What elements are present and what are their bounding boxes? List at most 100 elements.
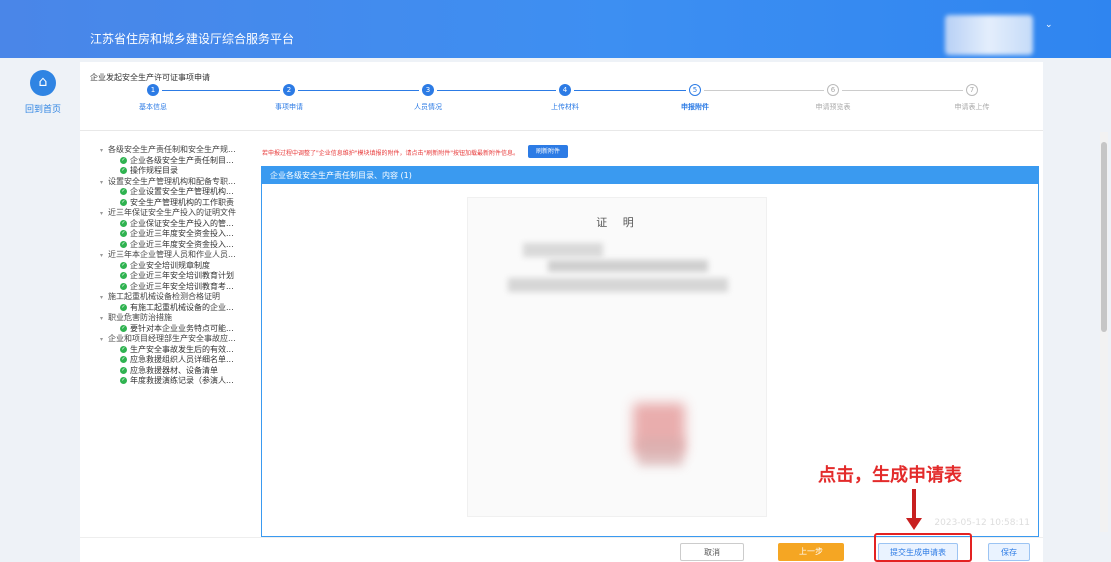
- tree-item-label: 要针对本企业业务特点可能...: [130, 323, 234, 333]
- tree-item-label: 企业近三年度安全资金投入...: [130, 229, 234, 238]
- tree-leaf[interactable]: ✓ 企业近三年度安全资金投入...: [100, 240, 280, 251]
- divider: [80, 130, 1043, 131]
- step-6[interactable]: 6 申请预览表: [773, 84, 893, 112]
- annotation-arrow-head-icon: [906, 518, 922, 530]
- attachment-tree: ▾ 各级安全生产责任制和安全生产规... ✓ 企业各级安全生产责任制目... ✓ 操作规程…: [100, 145, 280, 387]
- step-number: 5: [689, 84, 701, 96]
- annotation-callout: 点击，生成申请表: [818, 465, 962, 486]
- check-circle-icon: ✓: [120, 282, 127, 290]
- tree-item-label: 有施工起重机械设备的企业...: [130, 302, 234, 312]
- home-label: 回到首页: [24, 105, 61, 115]
- tree-leaf[interactable]: ✓ 企业各级安全生产责任制目...: [100, 156, 280, 167]
- tree-leaf[interactable]: ✓ 有施工起重机械设备的企业...: [100, 303, 280, 314]
- tree-item-label: 近三年保证安全生产投入的证明文件: [108, 208, 236, 217]
- refresh-notice: 若申报过程中调整了"企业信息维护"模块填报的附件，请点击"刷新附件"按钮加载最新…: [262, 150, 520, 157]
- step-number: 1: [147, 84, 159, 96]
- step-2[interactable]: 2 事项申请: [229, 84, 349, 112]
- step-number: 4: [559, 84, 571, 96]
- redacted-seal: [638, 438, 683, 466]
- tree-leaf[interactable]: ✓ 企业设置安全生产管理机构...: [100, 187, 280, 198]
- step-3[interactable]: 3 人员情况: [368, 84, 488, 112]
- top-navbar: 江苏省住房和城乡建设厅综合服务平台 ⌄: [0, 0, 1111, 58]
- refresh-attachments-button[interactable]: 刷新附件: [528, 145, 568, 158]
- tree-item-label: 施工起重机械设备检测合格证明: [108, 292, 220, 301]
- step-number: 6: [827, 84, 839, 96]
- step-4[interactable]: 4 上传材料: [505, 84, 625, 112]
- tree-leaf[interactable]: ✓ 企业近三年度安全资金投入...: [100, 229, 280, 240]
- watermark-timestamp: 2023-05-12 10:58:11: [934, 518, 1030, 528]
- progress-stepper: 1 基本信息 2 事项申请 3 人员情况 4 上传材料 5 申报附件 6 申请预览表 7 申请表上传: [80, 84, 1043, 124]
- tree-item-label: 企业近三年安全培训教育计划: [130, 271, 234, 280]
- tree-group[interactable]: ▾ 企业和项目经理部生产安全事故应...: [100, 334, 280, 345]
- redacted-text: [548, 260, 708, 272]
- document-preview[interactable]: 证 明: [467, 197, 767, 517]
- step-number: 2: [283, 84, 295, 96]
- annotation-highlight-box: [874, 533, 972, 562]
- check-circle-icon: ✓: [120, 356, 127, 363]
- page-scrollbar[interactable]: [1100, 132, 1108, 532]
- check-circle-icon: ✓: [120, 156, 127, 164]
- expand-triangle-icon: ▾: [100, 147, 104, 154]
- tree-item-label: 应急救援组织人员详细名单...: [130, 355, 234, 364]
- check-circle-icon: ✓: [120, 261, 127, 269]
- tree-leaf[interactable]: ✓ 操作规程目录: [100, 166, 280, 177]
- tree-group[interactable]: ▾ 设置安全生产管理机构和配备专职...: [100, 177, 280, 188]
- check-circle-icon: ✓: [120, 230, 127, 237]
- step-5[interactable]: 5 申报附件: [635, 84, 755, 112]
- scrollbar-thumb[interactable]: [1101, 142, 1107, 332]
- save-button[interactable]: 保存: [988, 543, 1030, 561]
- tree-leaf[interactable]: ✓ 企业保证安全生产投入的管...: [100, 219, 280, 230]
- check-circle-icon: ✓: [120, 345, 127, 353]
- tree-group[interactable]: ▾ 各级安全生产责任制和安全生产规...: [100, 145, 280, 156]
- tree-leaf[interactable]: ✓ 企业近三年安全培训教育计划: [100, 271, 280, 282]
- user-menu-chevron-icon[interactable]: ⌄: [1045, 20, 1053, 30]
- check-circle-icon: ✓: [120, 198, 127, 206]
- document-title: 证 明: [596, 216, 640, 229]
- step-label: 申请预览表: [815, 103, 851, 111]
- tree-item-label: 企业和项目经理部生产安全事故应...: [108, 334, 236, 343]
- step-label: 申请表上传: [954, 103, 990, 111]
- tree-leaf[interactable]: ✓ 要针对本企业业务特点可能...: [100, 324, 280, 335]
- step-label: 基本信息: [139, 103, 167, 111]
- tree-item-label: 应急救援器材、设备清单: [130, 365, 218, 375]
- expand-triangle-icon: ▾: [100, 210, 104, 217]
- step-number: 7: [966, 84, 978, 96]
- tree-group[interactable]: ▾ 近三年本企业管理人员和作业人员...: [100, 250, 280, 261]
- step-1[interactable]: 1 基本信息: [93, 84, 213, 112]
- user-avatar-blurred[interactable]: [945, 15, 1033, 55]
- tree-group[interactable]: ▾ 职业危害防治措施: [100, 313, 280, 324]
- step-7[interactable]: 7 申请表上传: [912, 84, 1032, 112]
- cancel-button[interactable]: 取消: [680, 543, 744, 561]
- previous-step-button[interactable]: 上一步: [778, 543, 844, 561]
- tree-leaf[interactable]: ✓ 年度救援演练记录（参演人...: [100, 376, 280, 387]
- expand-triangle-icon: ▾: [100, 336, 104, 343]
- tree-leaf[interactable]: ✓ 安全生产管理机构的工作职责: [100, 198, 280, 209]
- tree-item-label: 企业保证安全生产投入的管...: [130, 218, 234, 228]
- tree-item-label: 企业设置安全生产管理机构...: [130, 187, 234, 196]
- redacted-text: [523, 243, 603, 257]
- tree-item-label: 安全生产管理机构的工作职责: [130, 197, 234, 207]
- tree-leaf[interactable]: ✓ 应急救援组织人员详细名单...: [100, 355, 280, 366]
- home-icon: ⌂: [30, 70, 56, 96]
- tree-group[interactable]: ▾ 施工起重机械设备检测合格证明: [100, 292, 280, 303]
- check-circle-icon: ✓: [120, 272, 127, 279]
- tree-leaf[interactable]: ✓ 生产安全事故发生后的有效...: [100, 345, 280, 356]
- viewer-header: 企业各级安全生产责任制目录、内容 (1): [262, 167, 1038, 184]
- check-circle-icon: ✓: [120, 377, 127, 384]
- tree-item-label: 近三年本企业管理人员和作业人员...: [108, 250, 236, 259]
- expand-triangle-icon: ▾: [100, 315, 104, 322]
- expand-triangle-icon: ▾: [100, 178, 104, 186]
- home-button[interactable]: ⌂ 回到首页: [18, 70, 68, 115]
- check-circle-icon: ✓: [120, 366, 127, 374]
- tree-leaf[interactable]: ✓ 应急救援器材、设备清单: [100, 366, 280, 377]
- tree-item-label: 操作规程目录: [130, 166, 178, 175]
- annotation-arrow-shaft: [912, 489, 916, 521]
- tree-item-label: 企业安全培训规章制度: [130, 260, 210, 270]
- tree-group[interactable]: ▾ 近三年保证安全生产投入的证明文件: [100, 208, 280, 219]
- redacted-text: [508, 278, 728, 292]
- tree-leaf[interactable]: ✓ 企业近三年安全培训教育考...: [100, 282, 280, 293]
- check-circle-icon: ✓: [120, 303, 127, 311]
- tree-leaf[interactable]: ✓ 企业安全培训规章制度: [100, 261, 280, 272]
- tree-item-label: 生产安全事故发生后的有效...: [130, 344, 234, 354]
- expand-triangle-icon: ▾: [100, 294, 104, 301]
